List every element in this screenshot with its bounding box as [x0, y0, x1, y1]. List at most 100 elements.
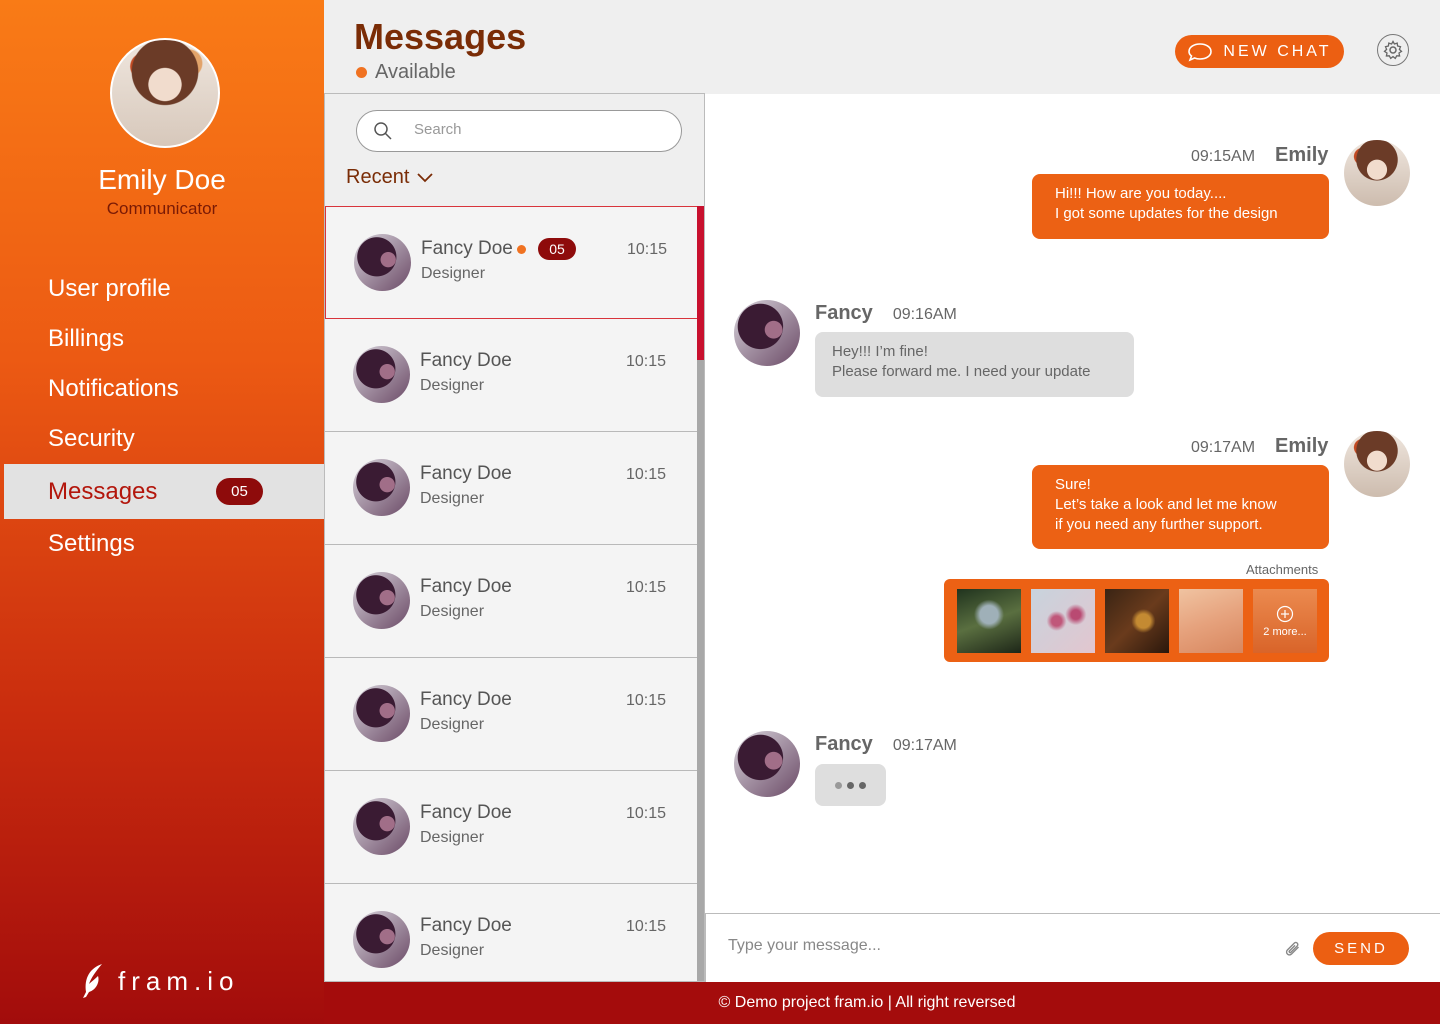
new-chat-label: NEW CHAT	[1223, 42, 1332, 60]
user-avatar[interactable]	[110, 38, 220, 148]
plus-circle-icon	[1276, 605, 1294, 622]
top-header: Messages Available NEW CHAT	[324, 0, 1440, 94]
settings-gear-button[interactable]	[1377, 34, 1409, 66]
sidebar-item-notifications[interactable]: Notifications	[0, 364, 324, 414]
message-header: 09:15AM Emily	[1191, 144, 1328, 167]
sidebar-item-messages[interactable]: Messages 05	[4, 464, 324, 519]
sidebar-item-security[interactable]: Security	[0, 414, 324, 464]
send-button[interactable]: SEND	[1313, 932, 1409, 965]
message-header: Fancy 09:17AM	[815, 733, 957, 756]
user-role: Communicator	[106, 199, 218, 218]
more-attachments-label: 2 more...	[1263, 625, 1307, 638]
avatar	[734, 300, 800, 366]
typing-dot-icon	[847, 781, 854, 789]
attachment-thumbnail[interactable]	[1031, 589, 1095, 653]
avatar	[734, 731, 800, 797]
scrollbar-thumb[interactable]	[697, 206, 704, 360]
sidebar-item-label: Settings	[48, 530, 135, 557]
search-input[interactable]	[414, 121, 664, 138]
typing-dot-icon	[859, 781, 866, 789]
contact-role: Designer	[420, 829, 485, 846]
search-icon	[374, 122, 392, 140]
unread-badge: 05	[538, 238, 576, 260]
user-name: Emily Doe	[98, 164, 226, 195]
sidebar-item-label: Messages	[48, 477, 158, 505]
message-time: 09:15AM	[1191, 148, 1256, 165]
list-item[interactable]: Fancy Doe Designer 10:15	[325, 545, 698, 658]
more-attachments-button[interactable]: 2 more...	[1253, 589, 1317, 653]
contact-role: Designer	[421, 265, 486, 282]
attachments-label: Attachments	[1246, 562, 1319, 577]
contact-time: 10:15	[626, 692, 667, 709]
gear-icon	[1383, 40, 1403, 60]
message-bubble: Hi!!! How are you today.... I got some u…	[1032, 174, 1329, 239]
paperclip-icon[interactable]	[1282, 938, 1302, 958]
search-box[interactable]	[356, 110, 682, 152]
contact-time: 10:15	[626, 805, 667, 822]
message-line: Sure!	[1055, 476, 1091, 493]
avatar	[1344, 140, 1410, 206]
attachment-thumbnail[interactable]	[957, 589, 1021, 653]
new-chat-button[interactable]: NEW CHAT	[1175, 35, 1344, 68]
message-input[interactable]	[728, 937, 1268, 955]
message-bubble: Sure! Let’s take a look and let me know …	[1032, 465, 1329, 549]
attachment-thumbnail[interactable]	[1105, 589, 1169, 653]
avatar	[354, 234, 411, 291]
sort-label: Recent	[346, 166, 410, 188]
message-line: Please forward me. I need your update	[832, 363, 1091, 380]
presence-status[interactable]: Available	[356, 61, 456, 84]
sidebar-item-label: User profile	[48, 275, 171, 302]
sidebar-item-settings[interactable]: Settings	[0, 519, 324, 569]
online-dot-icon	[517, 245, 526, 254]
footer-text: © Demo project fram.io | All right rever…	[718, 994, 1016, 1011]
contact-name: Fancy Doe	[420, 689, 512, 710]
list-item[interactable]: Fancy Doe Designer 10:15	[325, 771, 698, 884]
contact-name: Fancy Doe	[420, 802, 512, 823]
contact-name: Fancy Doe	[420, 576, 512, 597]
list-item[interactable]: Fancy Doe Designer 10:15	[325, 432, 698, 545]
avatar	[353, 346, 410, 403]
status-label: Available	[375, 61, 456, 83]
contact-role: Designer	[420, 490, 485, 507]
avatar	[353, 685, 410, 742]
brand-logo[interactable]: fram.io	[80, 962, 239, 1000]
message-composer: SEND	[705, 913, 1440, 982]
avatar	[353, 911, 410, 968]
contact-list: Fancy Doe 05 Designer 10:15 Fancy Doe De…	[325, 206, 698, 981]
message-sender: Fancy	[815, 733, 873, 755]
contact-name: Fancy Doe	[421, 238, 513, 259]
avatar	[1344, 431, 1410, 497]
list-scrollbar[interactable]	[697, 206, 704, 981]
message-sender: Emily	[1275, 144, 1329, 166]
sort-dropdown[interactable]: Recent	[346, 166, 434, 189]
avatar	[353, 459, 410, 516]
list-item[interactable]: Fancy Doe 05 Designer 10:15	[325, 206, 698, 319]
conversation-list-panel: Recent Fancy Doe 05 Designer 10:15 Fancy…	[324, 93, 705, 982]
message-line: Hey!!! I’m fine!	[832, 343, 928, 360]
contact-role: Designer	[420, 603, 485, 620]
message-line: Let’s take a look and let me know	[1055, 496, 1277, 513]
contact-time: 10:15	[626, 918, 667, 935]
contact-time: 10:15	[626, 579, 667, 596]
contact-name: Fancy Doe	[420, 463, 512, 484]
contact-role: Designer	[420, 716, 485, 733]
attachment-thumbnail[interactable]	[1179, 589, 1243, 653]
list-item[interactable]: Fancy Doe Designer 10:15	[325, 319, 698, 432]
avatar	[353, 572, 410, 629]
page-title: Messages	[354, 16, 527, 57]
chat-bubble-icon	[1188, 42, 1213, 62]
contact-name: Fancy Doe	[420, 915, 512, 936]
sidebar-item-user-profile[interactable]: User profile	[0, 264, 324, 314]
sidebar-item-billings[interactable]: Billings	[0, 314, 324, 364]
sidebar: Emily Doe Communicator User profile Bill…	[0, 0, 324, 1024]
message-bubble: Hey!!! I’m fine! Please forward me. I ne…	[815, 332, 1134, 397]
contact-time: 10:15	[627, 241, 668, 258]
message-line: Hi!!! How are you today....	[1055, 185, 1227, 202]
brand-name: fram.io	[118, 965, 240, 996]
message-time: 09:16AM	[892, 306, 957, 323]
message-line: I got some updates for the design	[1055, 205, 1278, 222]
message-header: Fancy 09:16AM	[815, 302, 957, 325]
message-sender: Emily	[1275, 435, 1329, 457]
list-item[interactable]: Fancy Doe Designer 10:15	[325, 884, 698, 981]
list-item[interactable]: Fancy Doe Designer 10:15	[325, 658, 698, 771]
